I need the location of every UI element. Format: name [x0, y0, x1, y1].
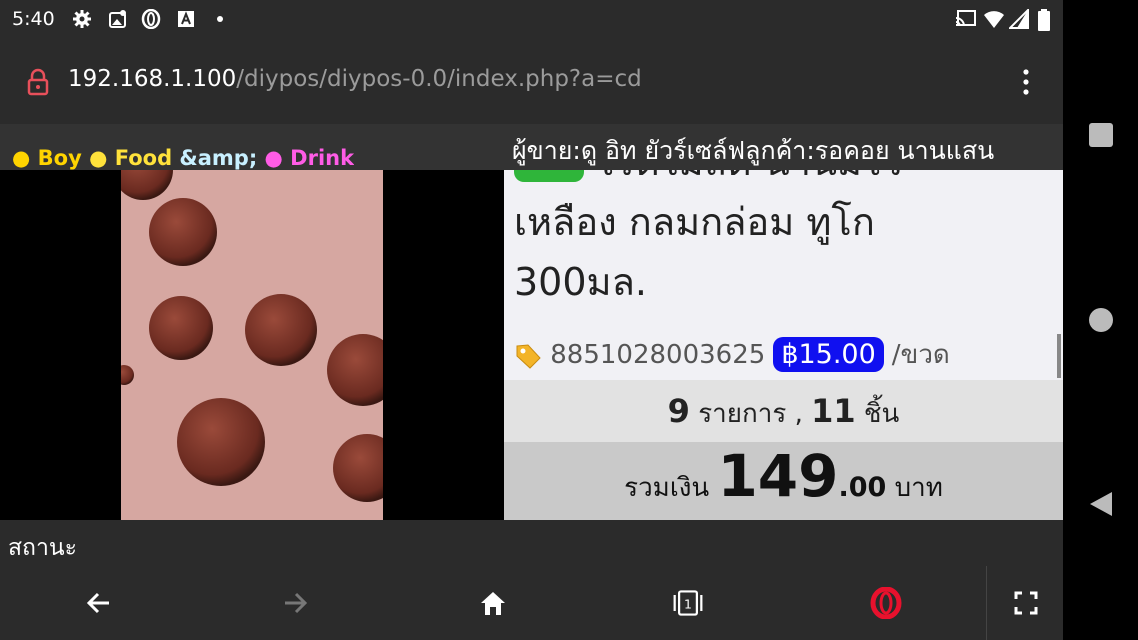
system-nav	[1063, 0, 1138, 640]
total-label: รวมเงิน	[624, 473, 710, 503]
opera-icon	[141, 9, 161, 29]
url-host: 192.168.1.100	[68, 66, 237, 92]
scrollbar[interactable]	[1057, 334, 1061, 378]
unit-label: /ขวด	[891, 340, 950, 370]
boy-emoji-icon: ●	[12, 146, 31, 170]
product-panel: โรตี้ไมลด์ นานมีไว เหลือง กลมกล่อม ทูโก …	[504, 170, 1063, 380]
more-icon[interactable]	[1014, 68, 1038, 96]
barcode-row: 8851028003625 ฿15.00/ขวด	[514, 334, 950, 375]
drink-emoji-icon: ●	[264, 146, 283, 170]
a-icon	[178, 11, 194, 27]
back-icon[interactable]	[83, 587, 115, 619]
battery-icon	[1038, 9, 1050, 31]
recents-icon[interactable]	[1088, 122, 1114, 148]
settings-icon	[73, 10, 91, 28]
item-count-row: 9 รายการ , 11 ชิ้น	[504, 380, 1063, 442]
shop-name-part-4: Drink	[290, 146, 355, 170]
home-icon[interactable]	[477, 587, 509, 619]
opera-menu-icon[interactable]	[870, 587, 902, 619]
browser-bottom-nav: 1	[0, 566, 1063, 640]
tag-icon	[516, 343, 541, 369]
coins-image	[121, 170, 383, 520]
home-circle-icon[interactable]	[1088, 307, 1114, 333]
product-name-line3: 300มล.	[514, 260, 647, 304]
shop-name-part-3: &amp;	[179, 146, 258, 170]
fullscreen-icon[interactable]	[1010, 587, 1042, 619]
items-label: รายการ ,	[698, 399, 803, 429]
total-integer: 149	[717, 442, 839, 510]
lock-icon[interactable]	[26, 68, 50, 96]
nav-divider	[986, 566, 987, 640]
status-label: สถานะ	[8, 535, 77, 561]
svg-text:1: 1	[684, 596, 692, 611]
tabs-icon[interactable]: 1	[672, 587, 704, 619]
barcode: 8851028003625	[550, 340, 766, 370]
photos-icon	[109, 10, 126, 28]
cast-icon	[955, 10, 976, 27]
pieces-label: ชิ้น	[863, 399, 900, 429]
signal-icon	[1009, 9, 1029, 29]
price-badge: ฿15.00	[773, 337, 884, 372]
forward-icon[interactable]	[279, 587, 311, 619]
items-count: 9	[667, 392, 690, 430]
status-time: 5:40	[12, 8, 55, 30]
shop-name-part-2: Food	[114, 146, 173, 170]
shop-name: ● Boy ● Food &amp; ● Drink	[12, 146, 354, 170]
shop-name-part-1: Boy	[37, 146, 82, 170]
wifi-icon	[984, 11, 1004, 28]
total-decimal: .00	[838, 472, 887, 503]
seller-customer-label: ผู้ขาย:ดู อิท ยัวร์เซล์ฟลูกค้า:รอคอย นาน…	[512, 136, 995, 165]
url-text[interactable]: 192.168.1.100/diypos/diypos-0.0/index.ph…	[68, 66, 642, 92]
pos-page: ผู้ขาย:ดู อิท ยัวร์เซล์ฟลูกค้า:รอคอย นาน…	[0, 124, 1063, 520]
food-emoji-icon: ●	[89, 146, 108, 170]
url-path: /diypos/diypos-0.0/index.php?a=cd	[236, 66, 642, 92]
product-name: โรตี้ไมลด์ นานมีไว เหลือง กลมกล่อม ทูโก …	[514, 170, 1054, 312]
status-bar: 5:40	[0, 0, 1063, 40]
product-name-line1: โรตี้ไมลด์ นานมีไว	[594, 170, 903, 184]
dot-icon	[217, 16, 223, 22]
total-row: รวมเงิน 149.00 บาท	[504, 442, 1063, 520]
pieces-count: 11	[811, 392, 856, 430]
product-name-line2: เหลือง กลมกล่อม ทูโก	[514, 200, 875, 244]
currency-label: บาท	[894, 473, 943, 503]
address-bar[interactable]: 192.168.1.100/diypos/diypos-0.0/index.ph…	[0, 40, 1063, 124]
status-line: สถานะ	[0, 520, 1063, 566]
camera-preview[interactable]	[121, 170, 383, 520]
back-triangle-icon[interactable]	[1088, 491, 1114, 517]
qty-badge	[514, 170, 584, 182]
